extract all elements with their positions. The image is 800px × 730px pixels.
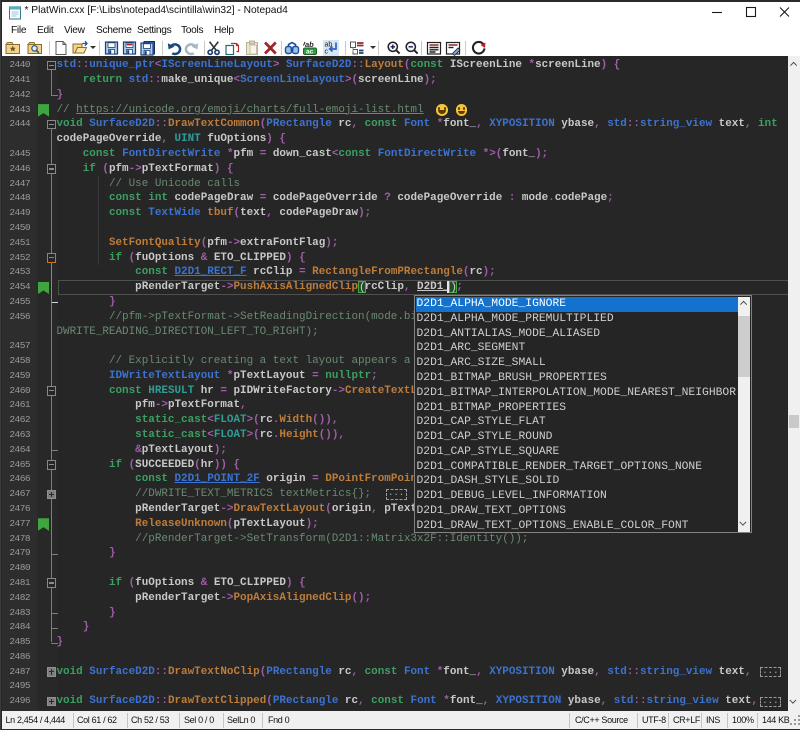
- svg-text:c: c: [325, 49, 329, 56]
- svg-text:ac: ac: [306, 49, 314, 56]
